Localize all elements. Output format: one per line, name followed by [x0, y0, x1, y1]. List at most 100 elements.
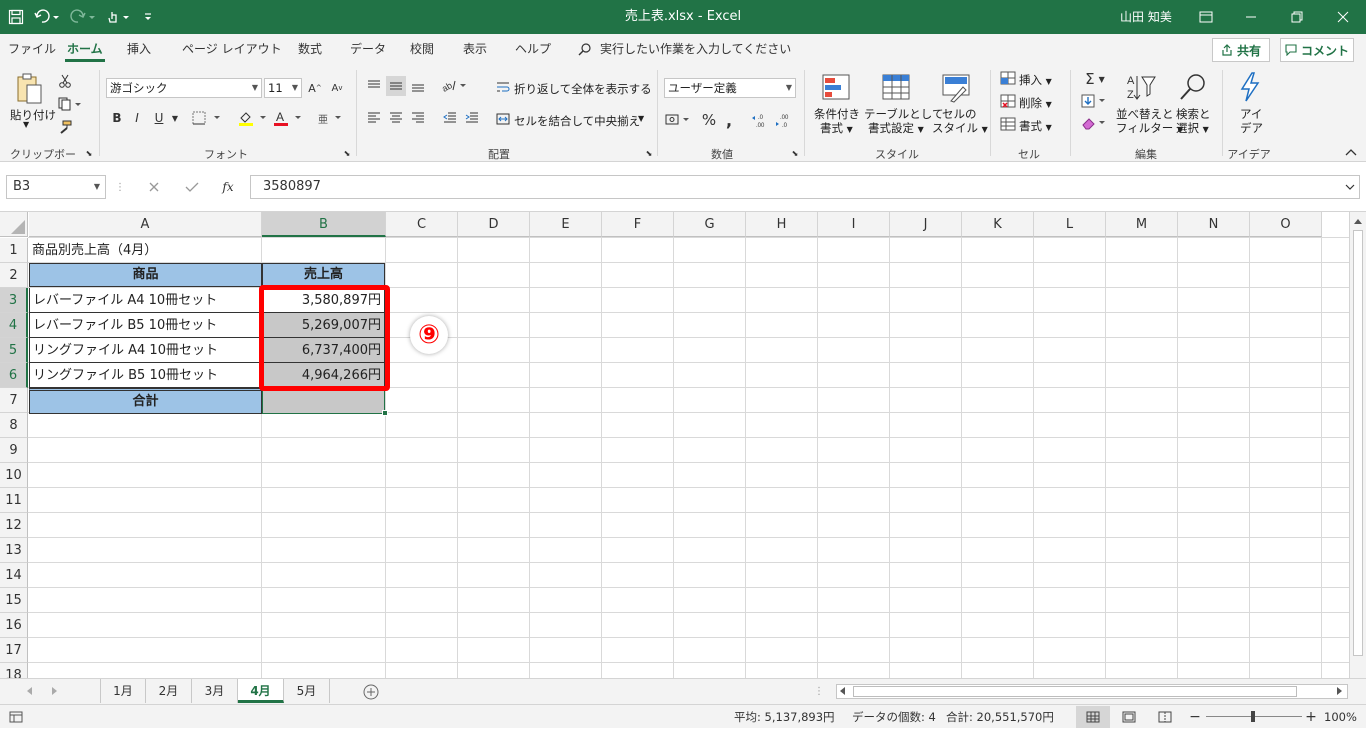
cell-product-name[interactable]: リングファイル A4 10冊セット: [29, 338, 262, 363]
number-format-select[interactable]: ユーザー定義 ▼: [664, 78, 796, 98]
page-break-view-icon[interactable]: [1150, 706, 1180, 728]
column-header-b[interactable]: B: [262, 212, 386, 237]
comma-style-icon[interactable]: ,: [722, 110, 736, 130]
column-header-g[interactable]: G: [674, 212, 746, 237]
sort-filter-icon[interactable]: AZ: [1124, 70, 1158, 104]
comment-button[interactable]: コメント: [1280, 38, 1354, 62]
dialog-launcher-icon[interactable]: ⬊: [342, 148, 352, 158]
zoom-slider-thumb[interactable]: [1251, 711, 1255, 722]
row-header-13[interactable]: 13: [0, 538, 28, 563]
add-sheet-icon[interactable]: [362, 683, 380, 701]
sheet-tab-5[interactable]: 5月: [284, 679, 330, 703]
row-header-18[interactable]: 18: [0, 663, 28, 678]
conditional-format-icon[interactable]: [818, 70, 854, 106]
paste-icon[interactable]: [8, 70, 50, 110]
tab-file[interactable]: ファイル: [8, 34, 56, 64]
cell-b2-header-sales[interactable]: 売上高: [262, 263, 385, 287]
paste-dropdown[interactable]: ▼: [23, 120, 29, 129]
ideas-label-2[interactable]: デア: [1240, 120, 1263, 136]
row-header-1[interactable]: 1: [0, 238, 28, 263]
row-header-12[interactable]: 12: [0, 513, 28, 538]
fill-handle[interactable]: [382, 410, 388, 416]
increase-font-icon[interactable]: A ^: [306, 78, 324, 98]
zoom-out-icon[interactable]: −: [1188, 709, 1202, 725]
phonetic-icon[interactable]: 亜: [314, 108, 346, 128]
find-select-label-2[interactable]: 選択 ▼: [1176, 120, 1209, 136]
underline-dropdown[interactable]: ▼: [169, 110, 181, 126]
cut-icon[interactable]: [56, 72, 74, 90]
row-header-3[interactable]: 3: [0, 288, 28, 313]
align-top-icon[interactable]: [364, 76, 384, 96]
fill-color-icon[interactable]: [236, 108, 272, 128]
row-header-16[interactable]: 16: [0, 613, 28, 638]
paste-label[interactable]: 貼り付け: [10, 107, 56, 123]
row-header-4[interactable]: 4: [0, 313, 28, 338]
expand-formula-bar-icon[interactable]: [1344, 180, 1356, 194]
column-header-e[interactable]: E: [530, 212, 602, 237]
cell-total-value[interactable]: [262, 388, 385, 414]
column-header-f[interactable]: F: [602, 212, 674, 237]
prev-sheet-icon[interactable]: [22, 683, 36, 699]
column-header-c[interactable]: C: [386, 212, 458, 237]
minimize-icon[interactable]: [1228, 0, 1274, 34]
wrap-text-button[interactable]: 折り返して全体を表示する: [514, 81, 652, 97]
tab-help[interactable]: ヘルプ: [515, 34, 551, 64]
format-cells-button[interactable]: 書式 ▼: [1019, 118, 1052, 134]
column-header-o[interactable]: O: [1250, 212, 1322, 237]
find-select-icon[interactable]: [1176, 70, 1210, 104]
close-icon[interactable]: [1320, 0, 1366, 34]
cell-total-label[interactable]: 合計: [29, 388, 262, 414]
ideas-icon[interactable]: [1234, 70, 1266, 104]
tab-home[interactable]: ホーム: [65, 34, 105, 64]
column-header-a[interactable]: A: [29, 212, 262, 237]
align-center-icon[interactable]: [386, 108, 406, 128]
currency-icon[interactable]: [664, 110, 694, 130]
percent-icon[interactable]: %: [700, 110, 718, 130]
collapse-ribbon-icon[interactable]: [1344, 146, 1358, 158]
align-middle-icon[interactable]: [386, 76, 406, 96]
restore-icon[interactable]: [1274, 0, 1320, 34]
row-header-7[interactable]: 7: [0, 388, 28, 413]
insert-cells-icon[interactable]: [999, 70, 1017, 86]
font-color-icon[interactable]: A: [272, 108, 306, 128]
cell-product-name[interactable]: レバーファイル B5 10冊セット: [29, 313, 262, 338]
cell-a1-title[interactable]: 商品別売上高（4月）: [29, 238, 160, 263]
merge-center-button[interactable]: セルを結合して中央揃え: [514, 113, 640, 129]
select-all-button[interactable]: [0, 212, 28, 237]
tab-split-grip-icon[interactable]: ⋮: [814, 683, 824, 699]
column-header-h[interactable]: H: [746, 212, 818, 237]
align-right-icon[interactable]: [408, 108, 428, 128]
horizontal-scrollbar[interactable]: [836, 684, 1348, 699]
font-name-select[interactable]: 游ゴシック ▼: [106, 78, 262, 98]
scroll-left-icon[interactable]: [839, 687, 849, 697]
increase-decimal-icon[interactable]: .0.00: [750, 110, 772, 130]
cell-product-name[interactable]: レバーファイル A4 10冊セット: [29, 288, 262, 313]
dialog-launcher-icon[interactable]: ⬊: [790, 148, 800, 158]
column-header-j[interactable]: J: [890, 212, 962, 237]
align-left-icon[interactable]: [364, 108, 384, 128]
name-box[interactable]: B3 ▼: [6, 175, 106, 199]
cancel-icon[interactable]: [144, 177, 164, 197]
row-header-15[interactable]: 15: [0, 588, 28, 613]
horizontal-scroll-thumb[interactable]: [853, 686, 1297, 697]
decrease-font-icon[interactable]: Av: [328, 78, 346, 98]
sheet-tab-1[interactable]: 1月: [100, 679, 146, 703]
worksheet-grid[interactable]: ABCDEFGHIJKLMNO 1 2 3 4 5 6 7 8 9 10 11 12 13 14 15 16 1…: [0, 212, 1366, 678]
format-as-table-icon[interactable]: [878, 70, 914, 106]
cell-styles-label-2[interactable]: スタイル ▼: [932, 120, 988, 136]
italic-button[interactable]: I: [128, 108, 146, 128]
wrap-text-icon[interactable]: [494, 78, 512, 96]
vertical-scrollbar[interactable]: [1349, 212, 1366, 678]
column-header-n[interactable]: N: [1178, 212, 1250, 237]
tab-review[interactable]: 校閲: [410, 34, 434, 64]
user-name[interactable]: 山田 知美: [1120, 0, 1172, 34]
page-layout-view-icon[interactable]: [1114, 706, 1144, 728]
tab-insert[interactable]: 挿入: [127, 34, 151, 64]
zoom-in-icon[interactable]: +: [1304, 709, 1318, 725]
decrease-indent-icon[interactable]: [440, 108, 460, 128]
tab-formulas[interactable]: 数式: [298, 34, 322, 64]
merge-dropdown[interactable]: ▼: [638, 114, 644, 123]
next-sheet-icon[interactable]: [48, 683, 62, 699]
cell-product-name[interactable]: リングファイル B5 10冊セット: [29, 363, 262, 388]
font-size-select[interactable]: 11 ▼: [264, 78, 302, 98]
